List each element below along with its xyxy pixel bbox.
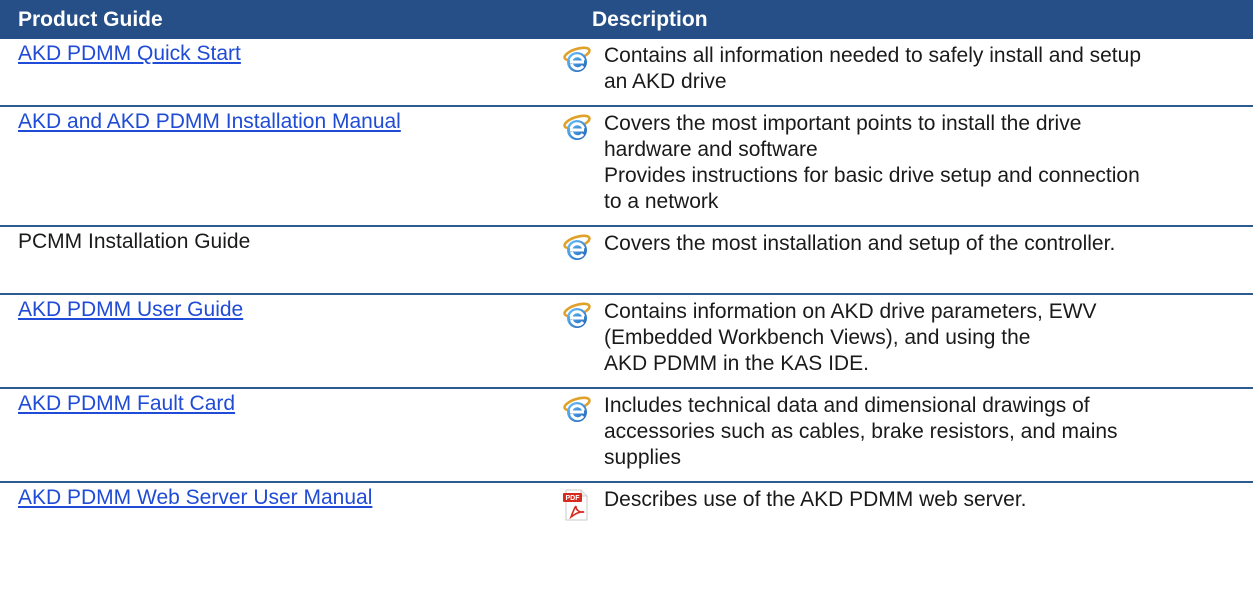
description-cell: Describes use of the AKD PDMM web server… (592, 482, 1253, 555)
format-icon-cell (562, 39, 592, 107)
internet-explorer-icon[interactable] (562, 395, 592, 425)
internet-explorer-icon[interactable] (562, 113, 592, 143)
ie-glyph-svg (563, 46, 591, 72)
description-line: Contains information on AKD drive parame… (604, 300, 1097, 323)
format-icon-cell (562, 106, 592, 227)
description-line: Describes use of the AKD PDMM web server… (604, 488, 1027, 511)
pdf-label: PDF (566, 495, 581, 502)
description-column-header: Description (592, 0, 1253, 39)
product-guide-cell: AKD PDMM User Guide (0, 294, 562, 389)
description-cell: Contains information on AKD drive parame… (592, 294, 1253, 389)
description-cell: Covers the most installation and setup o… (592, 226, 1253, 295)
product-guide-table: Product Guide Description AKD PDMM Quick… (0, 0, 1253, 555)
table-body: AKD PDMM Quick Start Contains all informa… (0, 39, 1253, 555)
description-line: Includes technical data and dimensional … (604, 394, 1090, 417)
format-icon-cell (562, 294, 592, 389)
description-line: supplies (604, 446, 682, 469)
product-guide-link[interactable]: AKD PDMM Quick Start (18, 42, 241, 65)
icon-column-header (562, 0, 592, 39)
description-line: Covers the most installation and setup o… (604, 232, 1116, 255)
format-icon-cell (562, 226, 592, 295)
table-row: PCMM Installation Guide Covers the most i… (0, 226, 1253, 295)
table-row: AKD PDMM Quick Start Contains all informa… (0, 39, 1253, 107)
product-guide-cell: PCMM Installation Guide (0, 226, 562, 295)
product-guide-label: PCMM Installation Guide (18, 230, 251, 253)
internet-explorer-icon[interactable] (562, 45, 592, 75)
ie-glyph-svg (563, 302, 591, 328)
product-guide-cell: AKD PDMM Web Server User Manual (0, 482, 562, 555)
product-guide-cell: AKD PDMM Quick Start (0, 39, 562, 107)
description-cell: Covers the most important points to inst… (592, 106, 1253, 227)
pdf-icon[interactable]: PDF (562, 489, 590, 521)
table-row: AKD PDMM Web Server User Manual PDF Descri… (0, 482, 1253, 555)
product-guide-link[interactable]: AKD and AKD PDMM Installation Manual (18, 110, 401, 133)
table-row: AKD PDMM Fault Card Includes technical da… (0, 388, 1253, 483)
product-guide-cell: AKD and AKD PDMM Installation Manual (0, 106, 562, 227)
description-line: accessories such as cables, brake resist… (604, 420, 1118, 443)
format-icon-cell (562, 388, 592, 483)
description-cell: Includes technical data and dimensional … (592, 388, 1253, 483)
ie-glyph-svg (563, 114, 591, 140)
description-line: to a network (604, 190, 719, 213)
table-header-row: Product Guide Description (0, 0, 1253, 39)
product-guide-link[interactable]: AKD PDMM Web Server User Manual (18, 486, 372, 509)
table-row: AKD and AKD PDMM Installation Manual Cove… (0, 106, 1253, 227)
description-line: (Embedded Workbench Views), and using th… (604, 326, 1031, 349)
description-line: Provides instructions for basic drive se… (604, 164, 1140, 187)
product-guide-link[interactable]: AKD PDMM User Guide (18, 298, 243, 321)
description-line: hardware and software (604, 138, 818, 161)
description-line: AKD PDMM in the KAS IDE. (604, 352, 869, 375)
description-line: Covers the most important points to inst… (604, 112, 1082, 135)
description-line: an AKD drive (604, 70, 727, 93)
ie-glyph-svg (563, 396, 591, 422)
table-row: AKD PDMM User Guide Contains information … (0, 294, 1253, 389)
internet-explorer-icon[interactable] (562, 233, 592, 263)
description-line: Contains all information needed to safel… (604, 44, 1141, 67)
pdf-glyph-svg: PDF (563, 489, 588, 521)
ie-glyph-svg (563, 234, 591, 260)
format-icon-cell: PDF (562, 482, 592, 555)
product-guide-link[interactable]: AKD PDMM Fault Card (18, 392, 235, 415)
description-cell: Contains all information needed to safel… (592, 39, 1253, 107)
product-guide-cell: AKD PDMM Fault Card (0, 388, 562, 483)
product-guide-column-header: Product Guide (0, 0, 562, 39)
internet-explorer-icon[interactable] (562, 301, 592, 331)
